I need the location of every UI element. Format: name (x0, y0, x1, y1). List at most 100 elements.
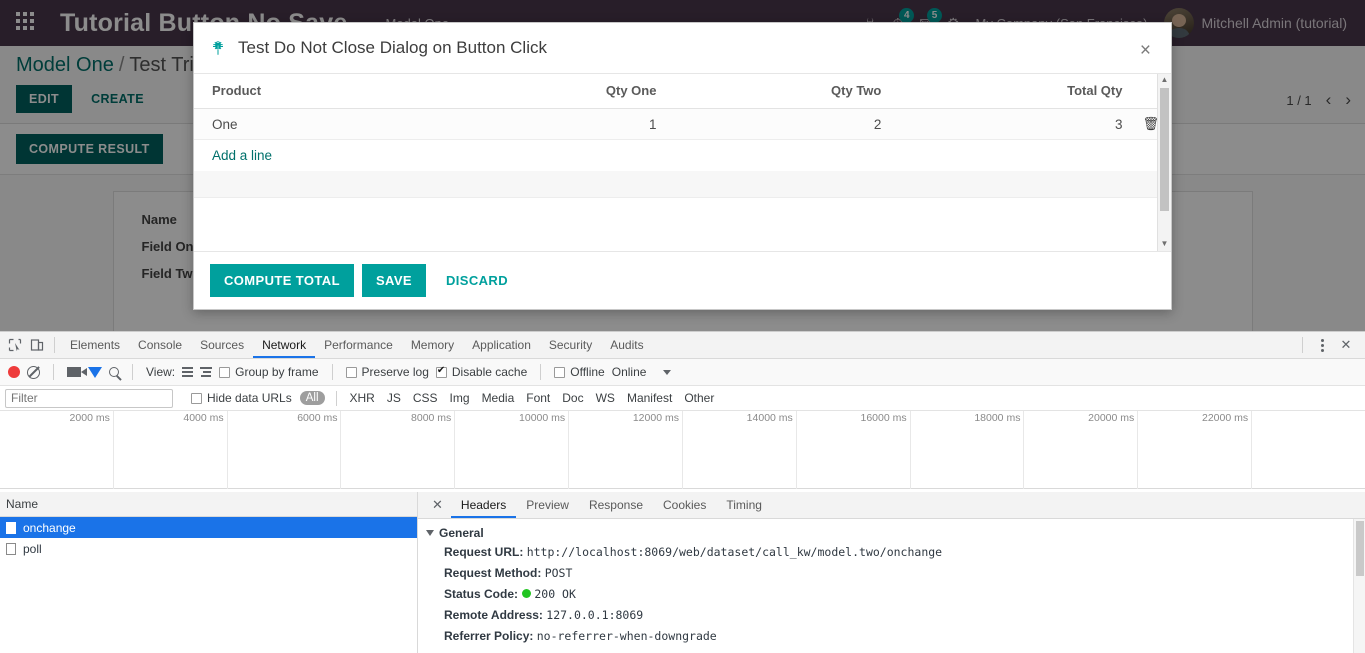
document-icon (6, 521, 16, 534)
close-icon[interactable]: × (1134, 37, 1157, 64)
timeline-tick-label: 4000 ms (183, 412, 224, 424)
timeline-tick-label: 12000 ms (632, 412, 679, 424)
general-section-header[interactable]: General (426, 526, 1365, 540)
detail-scrollbar[interactable] (1353, 519, 1365, 653)
tab-memory[interactable]: Memory (402, 332, 463, 358)
tab-application[interactable]: Application (463, 332, 540, 358)
scrollbar-thumb[interactable] (1160, 88, 1169, 211)
group-by-frame-toggle[interactable]: Group by frame (219, 365, 319, 379)
chevron-down-icon[interactable] (663, 369, 672, 375)
cell-qty-two[interactable]: 2 (666, 108, 892, 140)
tab-sources[interactable]: Sources (191, 332, 253, 358)
tab-timing[interactable]: Timing (716, 492, 772, 518)
view-waterfall-icon[interactable] (200, 367, 213, 377)
tab-elements[interactable]: Elements (61, 332, 129, 358)
dialog-title: Test Do Not Close Dialog on Button Click (238, 38, 547, 57)
filter-type-all[interactable]: All (299, 391, 325, 405)
timeline-tick-label: 8000 ms (411, 412, 452, 424)
tab-response[interactable]: Response (579, 492, 653, 518)
kebab-menu-icon[interactable] (1311, 334, 1333, 356)
chevron-down-icon[interactable] (426, 530, 434, 536)
network-timeline-overview[interactable]: 2000 ms 4000 ms 6000 ms 8000 ms 10000 ms… (0, 411, 1365, 489)
tab-performance[interactable]: Performance (315, 332, 402, 358)
timeline-tick-label: 6000 ms (297, 412, 338, 424)
timeline-tick-label: 16000 ms (860, 412, 907, 424)
list-item[interactable]: poll (0, 538, 417, 559)
timeline-tick-label: 22000 ms (1201, 412, 1249, 424)
screen-root: Tutorial Button No Save Model One ☣ ⏱ 4 … (0, 0, 1365, 653)
toolbar-divider (331, 364, 333, 380)
compute-total-button[interactable]: COMPUTE TOTAL (210, 264, 354, 297)
save-button[interactable]: SAVE (361, 264, 426, 297)
tab-audits[interactable]: Audits (601, 332, 652, 358)
record-button-icon[interactable] (8, 366, 20, 378)
scroll-down-icon[interactable]: ▼ (1161, 238, 1169, 251)
cell-qty-one[interactable]: 1 (440, 108, 667, 140)
filter-type-css[interactable]: CSS (411, 391, 440, 405)
column-header-product[interactable]: Product (194, 74, 441, 109)
tab-preview[interactable]: Preview (516, 492, 579, 518)
timeline-tick: 18000 ms (909, 411, 1024, 489)
filter-type-other[interactable]: Other (682, 391, 716, 405)
search-icon[interactable] (109, 367, 119, 377)
list-item[interactable]: onchange (0, 517, 417, 538)
preserve-log-toggle[interactable]: Preserve log (345, 365, 429, 379)
disable-cache-checkbox[interactable] (435, 365, 447, 378)
column-header-total-qty[interactable]: Total Qty (891, 74, 1133, 109)
tab-console[interactable]: Console (129, 332, 191, 358)
dialog-scrollbar[interactable]: ▲ ▼ (1157, 74, 1171, 251)
hide-data-urls-toggle[interactable]: Hide data URLs (191, 391, 292, 405)
device-toolbar-icon[interactable] (26, 334, 48, 356)
clear-icon[interactable] (27, 365, 40, 379)
scrollbar-thumb[interactable] (1355, 521, 1364, 576)
group-by-frame-checkbox[interactable] (219, 366, 231, 378)
throttling-select[interactable]: Online (612, 365, 647, 379)
close-devtools-icon[interactable]: ✕ (1335, 334, 1357, 356)
filter-type-manifest[interactable]: Manifest (625, 391, 674, 405)
offline-checkbox[interactable] (554, 366, 566, 378)
column-header-qty-two[interactable]: Qty Two (666, 74, 892, 109)
filter-type-js[interactable]: JS (385, 391, 403, 405)
filter-input[interactable] (5, 388, 173, 408)
view-list-icon[interactable] (182, 367, 194, 377)
filter-type-media[interactable]: Media (480, 391, 517, 405)
filter-type-img[interactable]: Img (448, 391, 472, 405)
toolbar-divider (132, 364, 133, 380)
column-header-qty-one[interactable]: Qty One (440, 74, 667, 109)
close-detail-icon[interactable]: ✕ (424, 497, 451, 513)
filter-type-doc[interactable]: Doc (560, 391, 585, 405)
hide-data-urls-checkbox[interactable] (191, 392, 202, 404)
cell-total-qty[interactable]: 3 (891, 108, 1133, 140)
offline-label: Offline (570, 365, 605, 379)
discard-button[interactable]: DISCARD (434, 264, 520, 297)
timeline-tick: 2000 ms (0, 411, 113, 489)
header-value: POST (544, 566, 573, 580)
tab-security[interactable]: Security (540, 332, 601, 358)
add-line-cell: Add a line (194, 139, 1171, 171)
tab-cookies[interactable]: Cookies (653, 492, 716, 518)
cell-product[interactable]: One (194, 108, 441, 140)
disable-cache-toggle[interactable]: Disable cache (435, 365, 527, 379)
tab-network[interactable]: Network (253, 332, 315, 358)
filter-type-ws[interactable]: WS (594, 391, 617, 405)
tab-headers[interactable]: Headers (451, 492, 516, 518)
add-a-line-link[interactable]: Add a line (212, 148, 272, 163)
filter-type-xhr[interactable]: XHR (348, 391, 377, 405)
table-row[interactable]: One 1 2 3 🗑 (194, 108, 1171, 140)
timeline-ruler: 2000 ms 4000 ms 6000 ms 8000 ms 10000 ms… (0, 411, 1365, 489)
offline-toggle[interactable]: Offline (554, 365, 605, 379)
filter-type-font[interactable]: Font (524, 391, 552, 405)
preserve-log-checkbox[interactable] (345, 366, 357, 378)
inspect-element-icon[interactable] (4, 334, 26, 356)
header-key: Remote Address: (444, 608, 543, 622)
capture-screenshots-icon[interactable] (67, 367, 87, 377)
requests-column-header[interactable]: Name (0, 492, 417, 517)
timeline-tick (1251, 411, 1365, 489)
table-filler-cell (194, 171, 1171, 198)
filter-icon[interactable] (88, 366, 102, 378)
timeline-tick-label: 18000 ms (974, 412, 1021, 424)
timeline-tick: 6000 ms (226, 411, 341, 489)
header-value[interactable]: http://localhost:8069/web/dataset/call_k… (527, 545, 942, 559)
scroll-up-icon[interactable]: ▲ (1161, 74, 1169, 87)
timeline-tick-label: 2000 ms (69, 412, 110, 424)
